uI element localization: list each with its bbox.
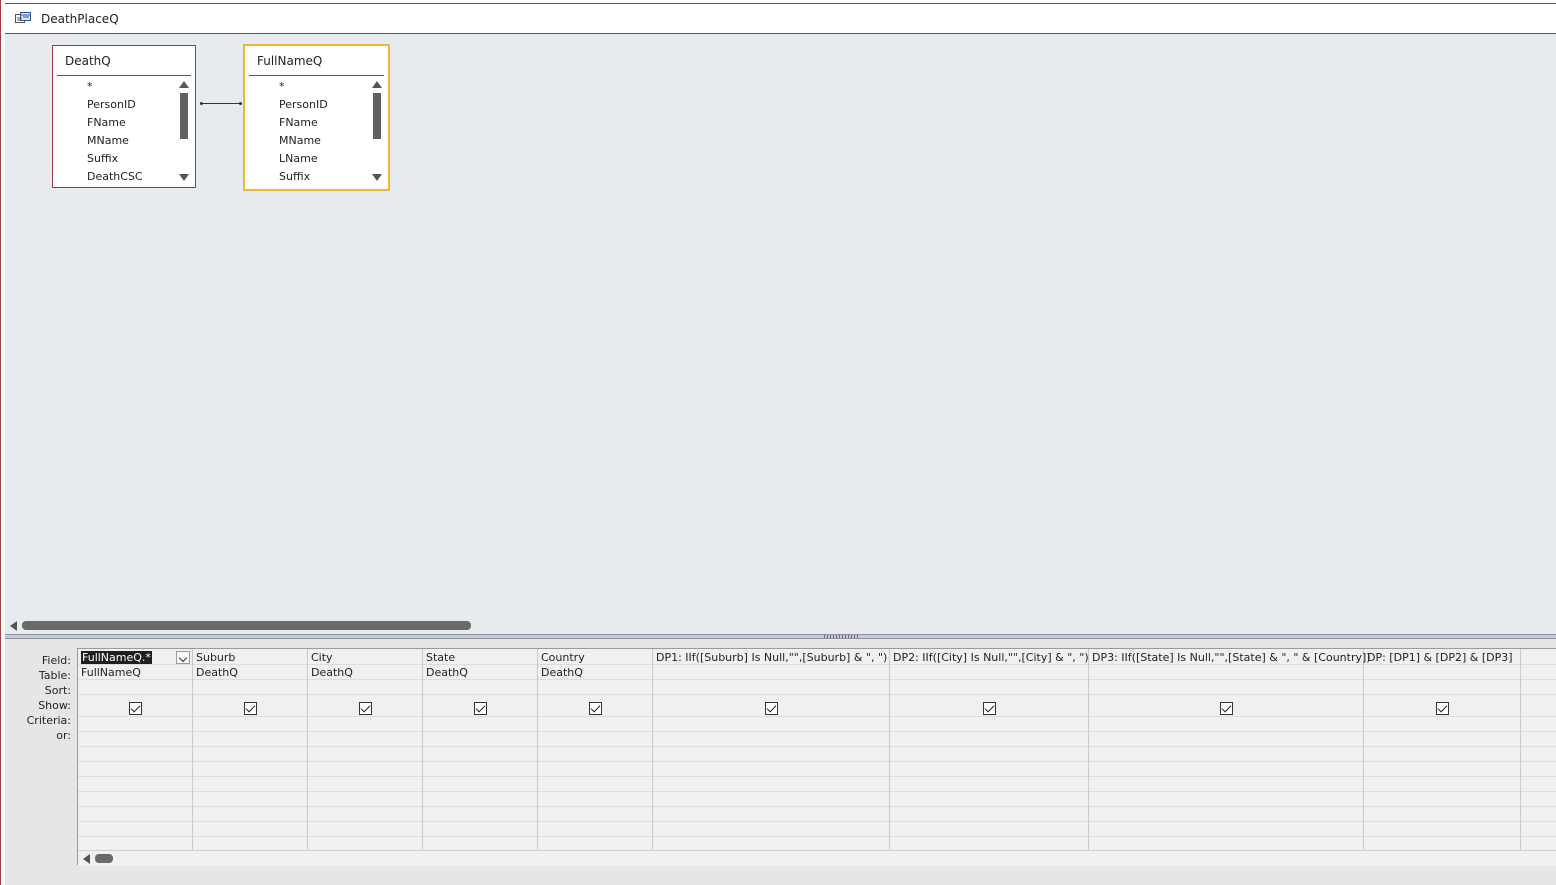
scroll-up-icon[interactable]: [179, 81, 189, 88]
row-label-table: Table:: [38, 669, 71, 682]
grid-column-empty[interactable]: [1521, 649, 1556, 850]
scroll-thumb[interactable]: [373, 93, 381, 139]
field-list-item[interactable]: *: [279, 78, 328, 96]
chevron-down-icon[interactable]: [176, 651, 190, 664]
show-checkbox[interactable]: [359, 702, 372, 715]
field-list-divider: [249, 75, 384, 76]
field-cell[interactable]: DP3: IIf([State] Is Null,"",[State] & ",…: [1092, 651, 1371, 664]
field-list-item[interactable]: FName: [87, 114, 143, 132]
field-list-item[interactable]: LName: [279, 150, 328, 168]
field-list-item[interactable]: *: [87, 78, 143, 96]
row-label-field: Field:: [41, 654, 71, 667]
table-cell[interactable]: DeathQ: [311, 666, 353, 679]
field-list-fullnameq[interactable]: FullNameQ * PersonID FName MName LName S…: [243, 44, 390, 191]
scroll-down-icon[interactable]: [372, 174, 382, 181]
row-label-show: Show:: [38, 699, 71, 712]
query-design-grid-pane: Field: Table: Sort: Show: Criteria: or: …: [5, 639, 1556, 885]
grid-column[interactable]: DP3: IIf([State] Is Null,"",[State] & ",…: [1089, 649, 1371, 850]
grid-column[interactable]: DP: [DP1] & [DP2] & [DP3]: [1364, 649, 1521, 850]
field-cell[interactable]: DP1: IIf([Suburb] Is Null,"",[Suburb] & …: [656, 651, 887, 664]
table-cell[interactable]: FullNameQ: [81, 666, 141, 679]
grid-column[interactable]: FullNameQ.* FullNameQ: [78, 649, 193, 850]
show-checkbox[interactable]: [765, 702, 778, 715]
grid-column[interactable]: DP1: IIf([Suburb] Is Null,"",[Suburb] & …: [653, 649, 890, 850]
row-label-sort: Sort:: [44, 684, 71, 697]
design-pane-horizontal-scrollbar[interactable]: [5, 618, 1556, 634]
scroll-down-icon[interactable]: [179, 174, 189, 181]
field-list-item[interactable]: MName: [87, 132, 143, 150]
field-list-item[interactable]: DeathCSC: [87, 168, 143, 186]
field-list-divider: [57, 75, 191, 76]
grid-column[interactable]: Suburb DeathQ: [193, 649, 308, 850]
field-list-scrollbar[interactable]: [372, 79, 382, 183]
scroll-left-icon[interactable]: [10, 621, 17, 631]
scroll-up-icon[interactable]: [372, 81, 382, 88]
scroll-left-icon[interactable]: [83, 854, 90, 864]
field-list-deathq[interactable]: DeathQ * PersonID FName MName Suffix Dea…: [52, 45, 196, 188]
scroll-thumb[interactable]: [180, 93, 188, 139]
field-list-title[interactable]: DeathQ: [65, 54, 111, 68]
table-cell[interactable]: DeathQ: [196, 666, 238, 679]
document-tab[interactable]: DeathPlaceQ: [5, 3, 1556, 34]
table-cell[interactable]: DeathQ: [541, 666, 583, 679]
field-list-item[interactable]: MName: [279, 132, 328, 150]
query-design-icon: [15, 12, 31, 23]
field-list-item[interactable]: Suffix: [279, 168, 328, 186]
field-cell[interactable]: Country: [541, 651, 585, 664]
field-list-item[interactable]: PersonID: [279, 96, 328, 114]
field-list-title[interactable]: FullNameQ: [257, 54, 322, 68]
grid-column[interactable]: Country DeathQ: [538, 649, 653, 850]
splitter-grip-icon[interactable]: [824, 635, 860, 638]
field-list-item[interactable]: PersonID: [87, 96, 143, 114]
scroll-thumb[interactable]: [95, 854, 113, 863]
row-label-or: or:: [56, 729, 71, 742]
scroll-thumb[interactable]: [22, 621, 471, 630]
show-checkbox[interactable]: [1220, 702, 1233, 715]
field-cell[interactable]: Suburb: [196, 651, 235, 664]
field-cell[interactable]: State: [426, 651, 455, 664]
table-cell[interactable]: DeathQ: [426, 666, 468, 679]
field-cell[interactable]: DP: [DP1] & [DP2] & [DP3]: [1367, 651, 1513, 664]
field-cell[interactable]: City: [311, 651, 333, 664]
show-checkbox[interactable]: [474, 702, 487, 715]
show-checkbox[interactable]: [129, 702, 142, 715]
show-checkbox[interactable]: [983, 702, 996, 715]
grid-column[interactable]: State DeathQ: [423, 649, 538, 850]
field-list-item[interactable]: Suffix: [87, 150, 143, 168]
join-line[interactable]: [200, 102, 242, 105]
show-checkbox[interactable]: [589, 702, 602, 715]
field-list-scrollbar[interactable]: [179, 79, 189, 183]
query-design-pane[interactable]: DeathQ * PersonID FName MName Suffix Dea…: [5, 34, 1556, 618]
document-title: DeathPlaceQ: [41, 12, 119, 26]
grid-horizontal-scrollbar[interactable]: [78, 850, 1556, 866]
grid-column[interactable]: DP2: IIf([City] Is Null,"",[City] & ", "…: [890, 649, 1089, 850]
field-list-item[interactable]: FName: [279, 114, 328, 132]
query-design-window: DeathPlaceQ DeathQ * PersonID FName MNam…: [0, 0, 1556, 885]
grid-column[interactable]: City DeathQ: [308, 649, 423, 850]
show-checkbox[interactable]: [244, 702, 257, 715]
show-checkbox[interactable]: [1436, 702, 1449, 715]
field-cell[interactable]: DP2: IIf([City] Is Null,"",[City] & ", "…: [893, 651, 1089, 664]
query-design-grid[interactable]: FullNameQ.* FullNameQ Suburb DeathQ City…: [77, 648, 1556, 866]
field-cell[interactable]: FullNameQ.*: [81, 651, 152, 664]
row-label-criteria: Criteria:: [26, 714, 71, 727]
